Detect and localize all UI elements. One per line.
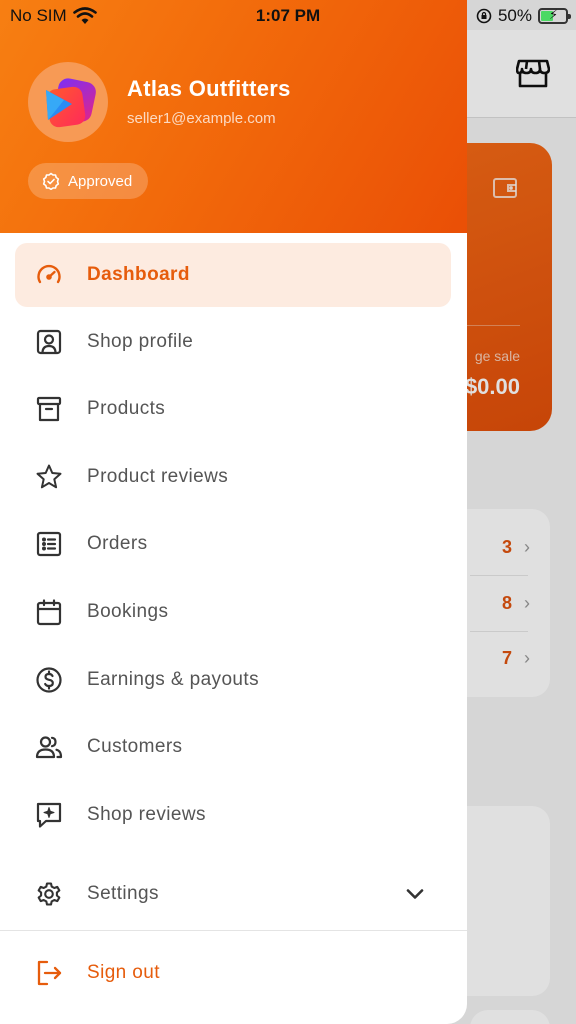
shop-name: Atlas Outfitters bbox=[127, 76, 291, 101]
menu-label: Bookings bbox=[87, 601, 169, 622]
status-badge: Approved bbox=[28, 163, 149, 199]
gear-icon bbox=[37, 882, 61, 906]
menu-item-shop-reviews[interactable]: Shop reviews bbox=[15, 783, 451, 847]
shop-email: seller1@example.com bbox=[127, 110, 276, 127]
menu-item-bookings[interactable]: Bookings bbox=[15, 580, 451, 644]
orientation-lock-icon bbox=[476, 8, 492, 24]
menu-item-earnings-payouts[interactable]: Earnings & payouts bbox=[15, 648, 451, 712]
calendar-icon bbox=[36, 599, 62, 626]
menu-label: Products bbox=[87, 398, 166, 419]
shop-logo[interactable] bbox=[38, 70, 102, 134]
list-icon bbox=[36, 531, 62, 557]
menu-item-shop-profile[interactable]: Shop profile bbox=[15, 310, 451, 374]
menu-item-settings[interactable]: Settings bbox=[15, 862, 451, 926]
menu-label: Shop profile bbox=[87, 331, 194, 352]
speedometer-icon bbox=[37, 264, 61, 284]
star-icon bbox=[36, 464, 62, 489]
users-icon bbox=[35, 736, 63, 759]
menu-item-orders[interactable]: Orders bbox=[15, 512, 451, 576]
profile-card-icon bbox=[36, 329, 62, 355]
menu-item-dashboard[interactable]: Dashboard bbox=[15, 243, 451, 307]
menu-label: Dashboard bbox=[87, 264, 190, 285]
menu-item-product-reviews[interactable]: Product reviews bbox=[15, 445, 451, 509]
menu-label: Earnings & payouts bbox=[87, 669, 259, 690]
menu-label: Settings bbox=[87, 883, 159, 904]
menu-item-products[interactable]: Products bbox=[15, 377, 451, 441]
battery-icon: ⚡ bbox=[538, 7, 571, 24]
status-bar: No SIM 1:07 PM 50% ⚡ bbox=[0, 0, 576, 30]
menu-label: Orders bbox=[87, 533, 148, 554]
navigation-drawer: Atlas Outfitters seller1@example.com App… bbox=[0, 0, 467, 1024]
menu-item-customers[interactable]: Customers bbox=[15, 715, 451, 779]
battery-percent: 50% bbox=[497, 6, 532, 25]
menu-label: Customers bbox=[87, 736, 183, 757]
chat-sparkle-icon bbox=[36, 802, 62, 828]
status-badge-label: Approved bbox=[68, 172, 133, 190]
dollar-circle-icon bbox=[36, 667, 62, 693]
sign-out-label: Sign out bbox=[87, 962, 160, 983]
verified-badge-icon bbox=[42, 172, 60, 190]
drawer-header: Atlas Outfitters seller1@example.com App… bbox=[0, 0, 467, 233]
chevron-down-icon[interactable] bbox=[405, 884, 425, 904]
menu-label: Shop reviews bbox=[87, 804, 206, 825]
drawer-divider bbox=[0, 930, 467, 931]
sign-out-icon bbox=[37, 960, 62, 986]
sign-out-button[interactable]: Sign out bbox=[15, 941, 451, 1005]
archive-box-icon bbox=[36, 396, 62, 422]
menu-label: Product reviews bbox=[87, 466, 229, 487]
